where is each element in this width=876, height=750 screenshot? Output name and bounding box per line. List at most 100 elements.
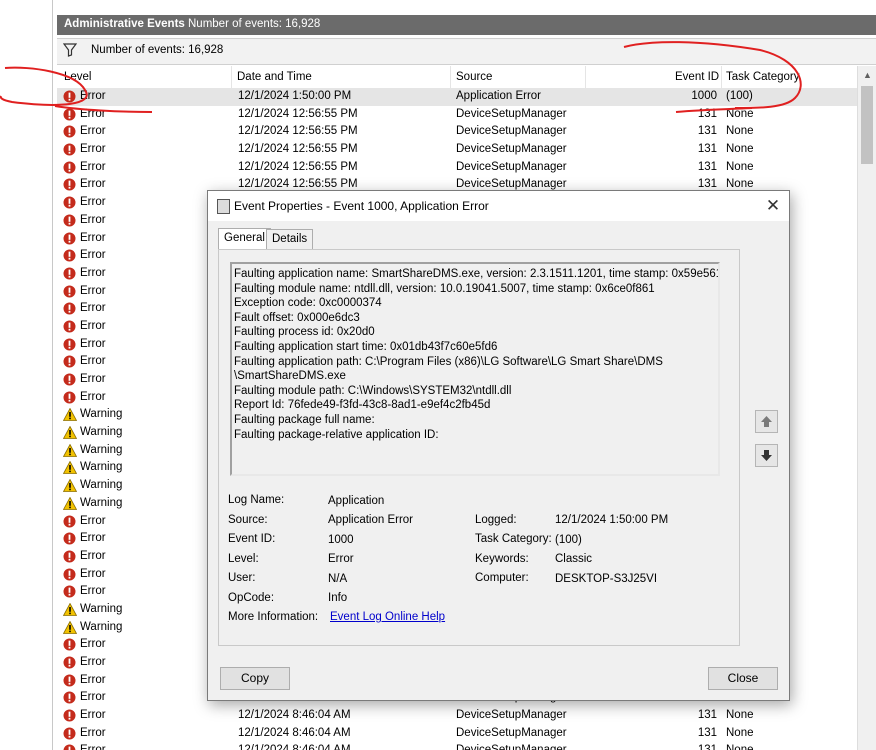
event-id-cell: 131: [697, 726, 717, 739]
level-cell: Warning: [80, 620, 123, 633]
error-icon: [63, 90, 76, 103]
event-count: Number of events: 16,928: [188, 18, 321, 30]
table-row[interactable]: Error 12/1/2024 8:46:04 AM DeviceSetupMana…: [57, 707, 857, 725]
error-icon: [63, 232, 76, 245]
column-header-datetime[interactable]: Date and Time: [237, 71, 312, 83]
view-title: Administrative Events: [64, 18, 185, 30]
column-header-level[interactable]: Level: [64, 71, 92, 83]
task-category-cell: None: [726, 125, 754, 138]
level-cell: Error: [80, 390, 106, 403]
error-icon: [63, 373, 76, 386]
warning-icon: [62, 496, 78, 510]
level-cell: Warning: [80, 408, 123, 421]
level-cell: Error: [80, 231, 106, 244]
error-icon: [63, 550, 76, 563]
event-properties-dialog: Event Properties - Event 1000, Applicati…: [207, 190, 790, 701]
warning-icon: [62, 602, 78, 616]
level-cell: Error: [80, 213, 106, 226]
tab-general[interactable]: General: [218, 228, 271, 250]
copy-button[interactable]: Copy: [220, 667, 290, 690]
error-icon: [63, 161, 76, 174]
previous-event-button[interactable]: [755, 410, 778, 433]
scrollbar-thumb[interactable]: [861, 86, 873, 164]
level-cell: Error: [80, 742, 106, 750]
table-row[interactable]: Error 12/1/2024 8:46:04 AM DeviceSetupMana…: [57, 742, 857, 750]
column-header-task-category[interactable]: Task Category: [726, 71, 800, 83]
error-icon: [63, 532, 76, 545]
close-button[interactable]: Close: [708, 667, 778, 690]
table-row[interactable]: Error 12/1/2024 8:46:04 AM DeviceSetupMana…: [57, 725, 857, 743]
logged-label: Logged:: [475, 514, 517, 526]
level-cell: Error: [80, 355, 106, 368]
table-row[interactable]: Error 12/1/2024 12:56:55 PM DeviceSetupMan…: [57, 106, 857, 124]
source-value: Application Error: [328, 514, 414, 526]
table-row[interactable]: Error 12/1/2024 12:56:55 PM DeviceSetupMan…: [57, 123, 857, 141]
datetime-cell: 12/1/2024 12:56:55 PM: [238, 143, 358, 156]
filter-icon[interactable]: [63, 43, 77, 57]
level-cell: Error: [80, 319, 106, 332]
table-row[interactable]: Error 12/1/2024 12:56:55 PM DeviceSetupMan…: [57, 141, 857, 159]
level-cell: Error: [80, 178, 106, 191]
event-id-cell: 131: [697, 125, 717, 138]
error-icon: [63, 727, 76, 740]
source-cell: DeviceSetupManager: [456, 143, 567, 156]
source-label: Source:: [228, 514, 268, 526]
warning-icon: [62, 408, 78, 422]
scroll-up-icon[interactable]: ▲: [863, 70, 872, 80]
table-scrollbar[interactable]: ▲: [857, 66, 876, 750]
level-cell: Error: [80, 284, 106, 297]
tab-details[interactable]: Details: [266, 229, 314, 249]
error-icon: [63, 108, 76, 121]
more-info-label: More Information:: [228, 611, 319, 623]
column-header-event-id[interactable]: Event ID: [675, 71, 719, 83]
event-id-cell: 131: [697, 709, 717, 722]
datetime-cell: 12/1/2024 8:46:04 AM: [238, 709, 351, 722]
level-cell: Error: [80, 514, 106, 527]
dialog-close-icon[interactable]: ✕: [760, 194, 786, 218]
logged-value: 12/1/2024 1:50:00 PM: [555, 514, 669, 526]
level-cell: Error: [80, 549, 106, 562]
level-cell: Error: [80, 107, 106, 120]
opcode-label: OpCode:: [228, 592, 275, 604]
datetime-cell: 12/1/2024 12:56:55 PM: [238, 125, 358, 138]
source-cell: DeviceSetupManager: [456, 107, 567, 120]
error-icon: [63, 338, 76, 351]
level-cell: Warning: [80, 461, 123, 474]
warning-icon: [62, 443, 78, 457]
table-row[interactable]: Error 12/1/2024 12:56:55 PM DeviceSetupMan…: [57, 159, 857, 177]
opcode-value: Info: [328, 592, 348, 604]
task-category-cell: None: [726, 160, 754, 173]
error-icon: [63, 674, 76, 687]
level-cell: Error: [80, 160, 106, 173]
level-cell: Error: [80, 302, 106, 315]
task-category-cell: (100): [726, 90, 753, 102]
left-panel-strip: [0, 0, 56, 750]
error-icon: [63, 196, 76, 209]
column-header-source[interactable]: Source: [456, 71, 492, 83]
task-category-cell: None: [726, 742, 754, 750]
error-icon: [63, 638, 76, 651]
error-icon: [63, 568, 76, 581]
error-icon: [63, 515, 76, 528]
event-description[interactable]: Faulting application name: SmartShareDMS…: [230, 262, 720, 476]
task-category-cell: None: [726, 107, 754, 120]
error-icon: [63, 709, 76, 722]
source-cell: DeviceSetupManager: [456, 742, 567, 750]
level-cell: Error: [80, 656, 106, 668]
next-event-button[interactable]: [755, 444, 778, 467]
error-icon: [63, 302, 76, 315]
task-category-value: (100): [555, 534, 582, 546]
level-cell: Error: [80, 373, 106, 385]
source-cell: DeviceSetupManager: [456, 709, 567, 722]
table-row[interactable]: Error 12/1/2024 1:50:00 PM Application Err…: [57, 88, 857, 106]
task-category-cell: None: [726, 709, 754, 722]
computer-label: Computer:: [475, 572, 529, 584]
datetime-cell: 12/1/2024 8:46:04 AM: [238, 726, 351, 739]
dialog-title-bar: Event Properties - Event 1000, Applicati…: [208, 191, 789, 221]
event-log-online-help-link[interactable]: Event Log Online Help: [330, 611, 445, 623]
level-cell: Error: [80, 143, 106, 156]
task-category-cell: None: [726, 143, 754, 156]
computer-value: DESKTOP-S3J25VI: [555, 573, 658, 585]
level-cell: Error: [80, 638, 106, 651]
event-id-cell: 1000: [691, 90, 717, 102]
